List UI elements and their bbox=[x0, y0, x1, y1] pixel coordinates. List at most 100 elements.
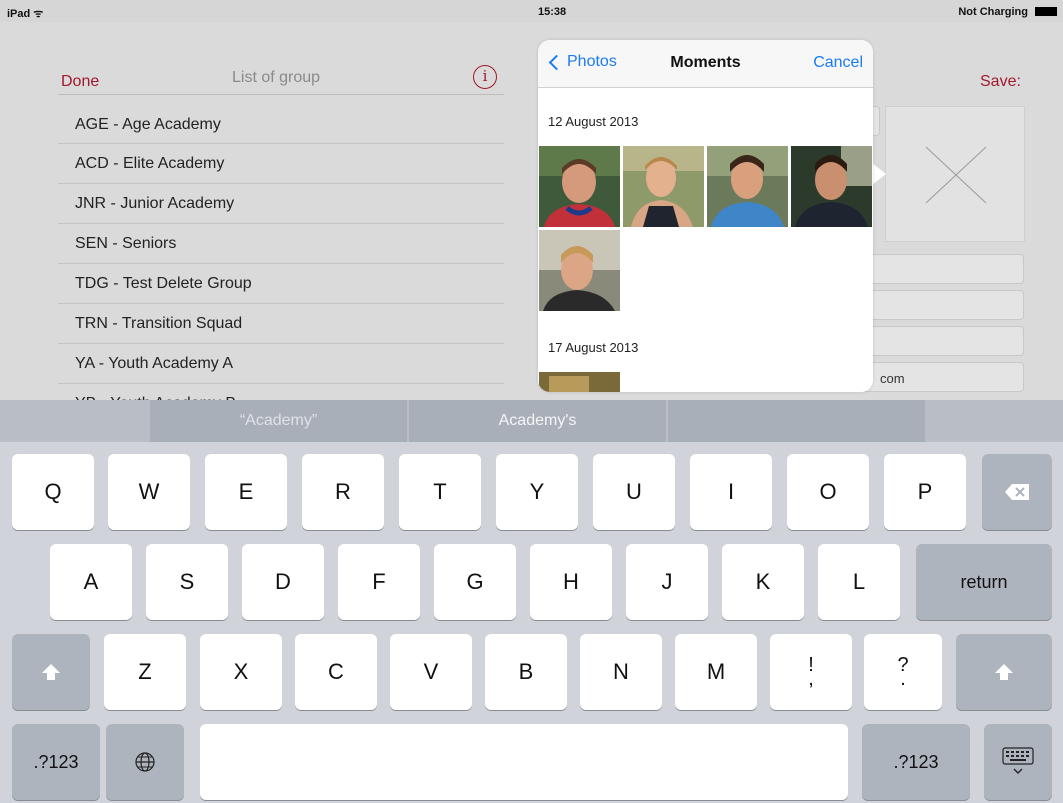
key-o[interactable]: O bbox=[787, 454, 869, 530]
suggestion-bar: “Academy” Academy's bbox=[0, 400, 1063, 442]
numbers-key-right[interactable]: .?123 bbox=[862, 724, 970, 800]
key-v[interactable]: V bbox=[390, 634, 472, 710]
on-screen-keyboard: “Academy” Academy's Q W E R T Y U I O P … bbox=[0, 400, 1063, 803]
key-c[interactable]: C bbox=[295, 634, 377, 710]
photo-thumbnail[interactable] bbox=[539, 146, 620, 227]
key-f[interactable]: F bbox=[338, 544, 420, 620]
suggestion-original[interactable]: “Academy” bbox=[150, 400, 407, 442]
cancel-button[interactable]: Cancel bbox=[813, 54, 863, 72]
shift-key-right[interactable] bbox=[956, 634, 1052, 710]
text-field[interactable] bbox=[855, 326, 1024, 356]
popover-arrow bbox=[872, 163, 886, 185]
key-q[interactable]: Q bbox=[12, 454, 94, 530]
key-w[interactable]: W bbox=[108, 454, 190, 530]
clock: 15:38 bbox=[538, 6, 567, 18]
group-list: AGE - Age Academy ACD - Elite Academy JN… bbox=[58, 105, 504, 424]
shift-icon bbox=[995, 664, 1013, 680]
key-n[interactable]: N bbox=[580, 634, 662, 710]
text-field[interactable] bbox=[855, 254, 1024, 284]
return-key[interactable]: return bbox=[916, 544, 1052, 620]
group-list-title: List of group bbox=[232, 69, 321, 86]
key-r[interactable]: R bbox=[302, 454, 384, 530]
key-label: P bbox=[917, 479, 933, 504]
device-label: iPad ᯤ bbox=[7, 8, 44, 20]
photo-thumbnail[interactable] bbox=[791, 146, 872, 227]
group-item[interactable]: AGE - Age Academy bbox=[58, 105, 504, 144]
done-button[interactable]: Done bbox=[61, 73, 99, 91]
key-label: N bbox=[613, 659, 629, 684]
keyboard-dismiss-icon bbox=[1002, 747, 1034, 774]
empty-photo-icon bbox=[925, 146, 987, 204]
key-z[interactable]: Z bbox=[104, 634, 186, 710]
numbers-key-left[interactable]: .?123 bbox=[12, 724, 100, 800]
key-t[interactable]: T bbox=[399, 454, 481, 530]
globe-key[interactable] bbox=[106, 724, 184, 800]
key-label: .?123 bbox=[33, 751, 79, 772]
group-item[interactable]: TDG - Test Delete Group bbox=[58, 264, 504, 304]
key-label: G bbox=[466, 569, 484, 594]
photo-thumbnail[interactable] bbox=[539, 230, 620, 311]
key-g[interactable]: G bbox=[434, 544, 516, 620]
key-i[interactable]: I bbox=[690, 454, 772, 530]
key-label: K bbox=[755, 569, 771, 594]
photo-thumbnail[interactable] bbox=[623, 146, 704, 227]
suggestion-empty[interactable] bbox=[668, 400, 925, 442]
key-x[interactable]: X bbox=[200, 634, 282, 710]
key-label: J bbox=[661, 569, 673, 594]
group-item[interactable]: SEN - Seniors bbox=[58, 224, 504, 264]
suggestion-primary[interactable]: Academy's bbox=[409, 400, 666, 442]
key-label: A bbox=[83, 569, 99, 594]
moment-date: 17 August 2013 bbox=[548, 340, 639, 355]
key-b[interactable]: B bbox=[485, 634, 567, 710]
group-item[interactable]: JNR - Junior Academy bbox=[58, 184, 504, 224]
key-a[interactable]: A bbox=[50, 544, 132, 620]
group-item[interactable]: YA - Youth Academy A bbox=[58, 344, 504, 384]
group-item[interactable]: ACD - Elite Academy bbox=[58, 144, 504, 184]
photo-thumbnail[interactable] bbox=[539, 372, 620, 392]
key-question-period[interactable]: ? . bbox=[864, 634, 942, 710]
key-m[interactable]: M bbox=[675, 634, 757, 710]
moments-list: 12 August 2013 17 August 2013 bbox=[538, 89, 873, 392]
shift-key-left[interactable] bbox=[12, 634, 90, 710]
globe-icon bbox=[135, 752, 155, 772]
key-u[interactable]: U bbox=[593, 454, 675, 530]
key-j[interactable]: J bbox=[626, 544, 708, 620]
key-s[interactable]: S bbox=[146, 544, 228, 620]
key-label: H bbox=[563, 569, 579, 594]
key-label-lower: . bbox=[900, 668, 906, 690]
text-field[interactable] bbox=[855, 290, 1024, 320]
dismiss-keyboard-key[interactable] bbox=[984, 724, 1052, 800]
key-label: B bbox=[518, 659, 534, 684]
key-label: ? . bbox=[897, 655, 908, 690]
group-item[interactable]: TRN - Transition Squad bbox=[58, 304, 504, 344]
backspace-icon bbox=[1005, 484, 1029, 500]
photo-thumbnail[interactable] bbox=[707, 146, 788, 227]
key-label: return bbox=[960, 571, 1008, 592]
key-label: S bbox=[179, 569, 195, 594]
key-exclamation-comma[interactable]: ! , bbox=[770, 634, 852, 710]
key-h[interactable]: H bbox=[530, 544, 612, 620]
key-label: F bbox=[372, 569, 386, 594]
key-label: Z bbox=[138, 659, 152, 684]
save-button[interactable]: Save: bbox=[980, 73, 1021, 91]
header-divider bbox=[58, 94, 504, 95]
battery-status: Not Charging bbox=[958, 6, 1028, 18]
key-label: R bbox=[335, 479, 351, 504]
info-icon[interactable]: i bbox=[473, 65, 497, 89]
key-label: Y bbox=[529, 479, 545, 504]
key-l[interactable]: L bbox=[818, 544, 900, 620]
key-label: M bbox=[706, 659, 726, 684]
space-key[interactable] bbox=[200, 724, 848, 800]
key-label: C bbox=[328, 659, 344, 684]
shift-icon bbox=[42, 664, 60, 680]
key-y[interactable]: Y bbox=[496, 454, 578, 530]
key-d[interactable]: D bbox=[242, 544, 324, 620]
photo-picker-popover: Photos Moments Cancel 12 August 2013 17 … bbox=[538, 40, 873, 392]
photo-placeholder[interactable] bbox=[885, 106, 1025, 242]
key-k[interactable]: K bbox=[722, 544, 804, 620]
battery-icon bbox=[1035, 7, 1057, 16]
key-e[interactable]: E bbox=[205, 454, 287, 530]
key-label: U bbox=[626, 479, 642, 504]
key-p[interactable]: P bbox=[884, 454, 966, 530]
backspace-key[interactable] bbox=[982, 454, 1052, 530]
